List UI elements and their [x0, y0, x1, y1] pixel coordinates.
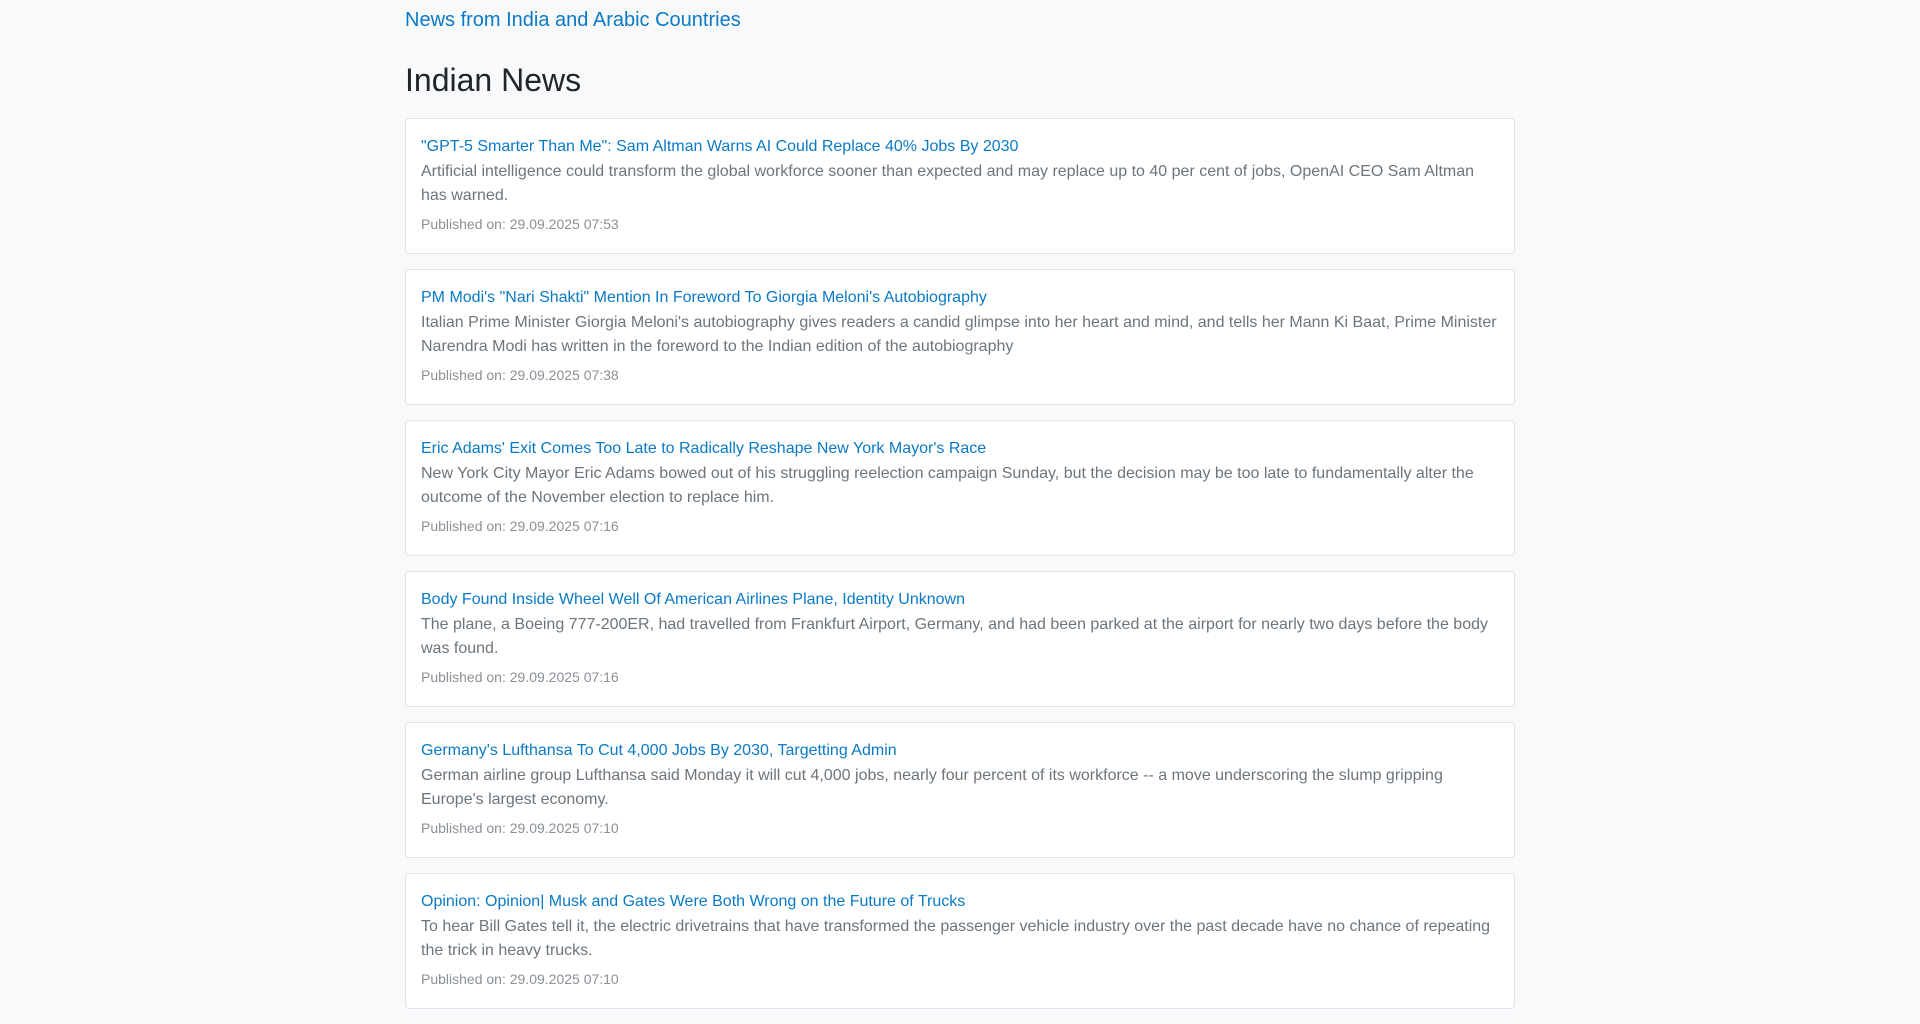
news-description: German airline group Lufthansa said Mond…: [421, 767, 1443, 808]
main-container: News from India and Arabic Countries Ind…: [405, 0, 1515, 1024]
news-card: Eric Adams' Exit Comes Too Late to Radic…: [405, 420, 1515, 556]
published-date: Published on: 29.09.2025 07:38: [421, 367, 619, 383]
published-date: Published on: 29.09.2025 07:53: [421, 216, 619, 232]
news-description: Artificial intelligence could transform …: [421, 163, 1475, 204]
published-date: Published on: 29.09.2025 07:10: [421, 820, 619, 836]
published-date: Published on: 29.09.2025 07:10: [421, 971, 619, 987]
news-title-link[interactable]: PM Modi's "Nari Shakti" Mention In Forew…: [421, 288, 1499, 308]
news-card: Germany's Lufthansa To Cut 4,000 Jobs By…: [405, 722, 1515, 858]
site-home-link[interactable]: News from India and Arabic Countries: [405, 9, 1515, 31]
news-card: Body Found Inside Wheel Well Of American…: [405, 571, 1515, 707]
news-card: PM Modi's "Nari Shakti" Mention In Forew…: [405, 269, 1515, 405]
page-title: Indian News: [405, 62, 582, 98]
news-card: Opinion: Opinion| Musk and Gates Were Bo…: [405, 873, 1515, 1009]
news-title-link[interactable]: "GPT-5 Smarter Than Me": Sam Altman Warn…: [421, 137, 1499, 157]
news-list: "GPT-5 Smarter Than Me": Sam Altman Warn…: [405, 118, 1515, 1009]
news-description: To hear Bill Gates tell it, the electric…: [421, 918, 1491, 959]
news-card: "GPT-5 Smarter Than Me": Sam Altman Warn…: [405, 118, 1515, 254]
news-description: The plane, a Boeing 777-200ER, had trave…: [421, 616, 1488, 657]
news-title-link[interactable]: Eric Adams' Exit Comes Too Late to Radic…: [421, 439, 1499, 459]
news-description: New York City Mayor Eric Adams bowed out…: [421, 465, 1474, 506]
published-date: Published on: 29.09.2025 07:16: [421, 518, 619, 534]
news-title-link[interactable]: Opinion: Opinion| Musk and Gates Were Bo…: [421, 892, 1499, 912]
news-title-link[interactable]: Body Found Inside Wheel Well Of American…: [421, 590, 1499, 610]
news-description: Italian Prime Minister Giorgia Meloni's …: [421, 314, 1497, 355]
published-date: Published on: 29.09.2025 07:16: [421, 669, 619, 685]
news-title-link[interactable]: Germany's Lufthansa To Cut 4,000 Jobs By…: [421, 741, 1499, 761]
